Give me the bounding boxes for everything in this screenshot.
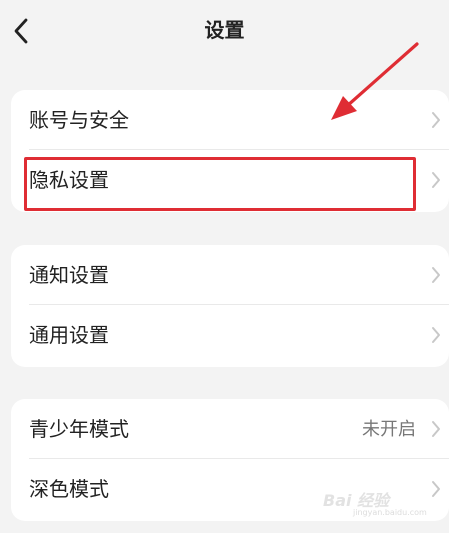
row-label: 青少年模式 — [29, 417, 129, 441]
row-label: 通知设置 — [29, 263, 109, 287]
chevron-right-icon — [432, 112, 440, 128]
chevron-right-icon — [432, 421, 440, 437]
row-privacy-settings[interactable]: 隐私设置 — [11, 150, 449, 210]
row-general-settings[interactable]: 通用设置 — [11, 305, 449, 365]
row-notification-settings[interactable]: 通知设置 — [11, 245, 449, 305]
teen-mode-status: 未开启 — [362, 419, 416, 440]
page-title: 设置 — [204, 18, 245, 42]
settings-group-modes: 青少年模式 未开启 深色模式 — [11, 399, 449, 521]
row-account-security[interactable]: 账号与安全 — [11, 90, 449, 150]
row-dark-mode[interactable]: 深色模式 — [11, 459, 449, 519]
row-teen-mode[interactable]: 青少年模式 未开启 — [11, 399, 449, 459]
chevron-right-icon — [432, 267, 440, 283]
row-label: 深色模式 — [29, 477, 109, 501]
row-label: 隐私设置 — [29, 168, 109, 192]
settings-group-account: 账号与安全 隐私设置 — [11, 90, 449, 212]
row-label: 通用设置 — [29, 323, 109, 347]
top-bar: 设置 — [0, 0, 449, 62]
settings-group-general: 通知设置 通用设置 — [11, 245, 449, 367]
chevron-right-icon — [432, 481, 440, 497]
row-label: 账号与安全 — [29, 108, 129, 132]
chevron-right-icon — [432, 327, 440, 343]
chevron-right-icon — [432, 172, 440, 188]
